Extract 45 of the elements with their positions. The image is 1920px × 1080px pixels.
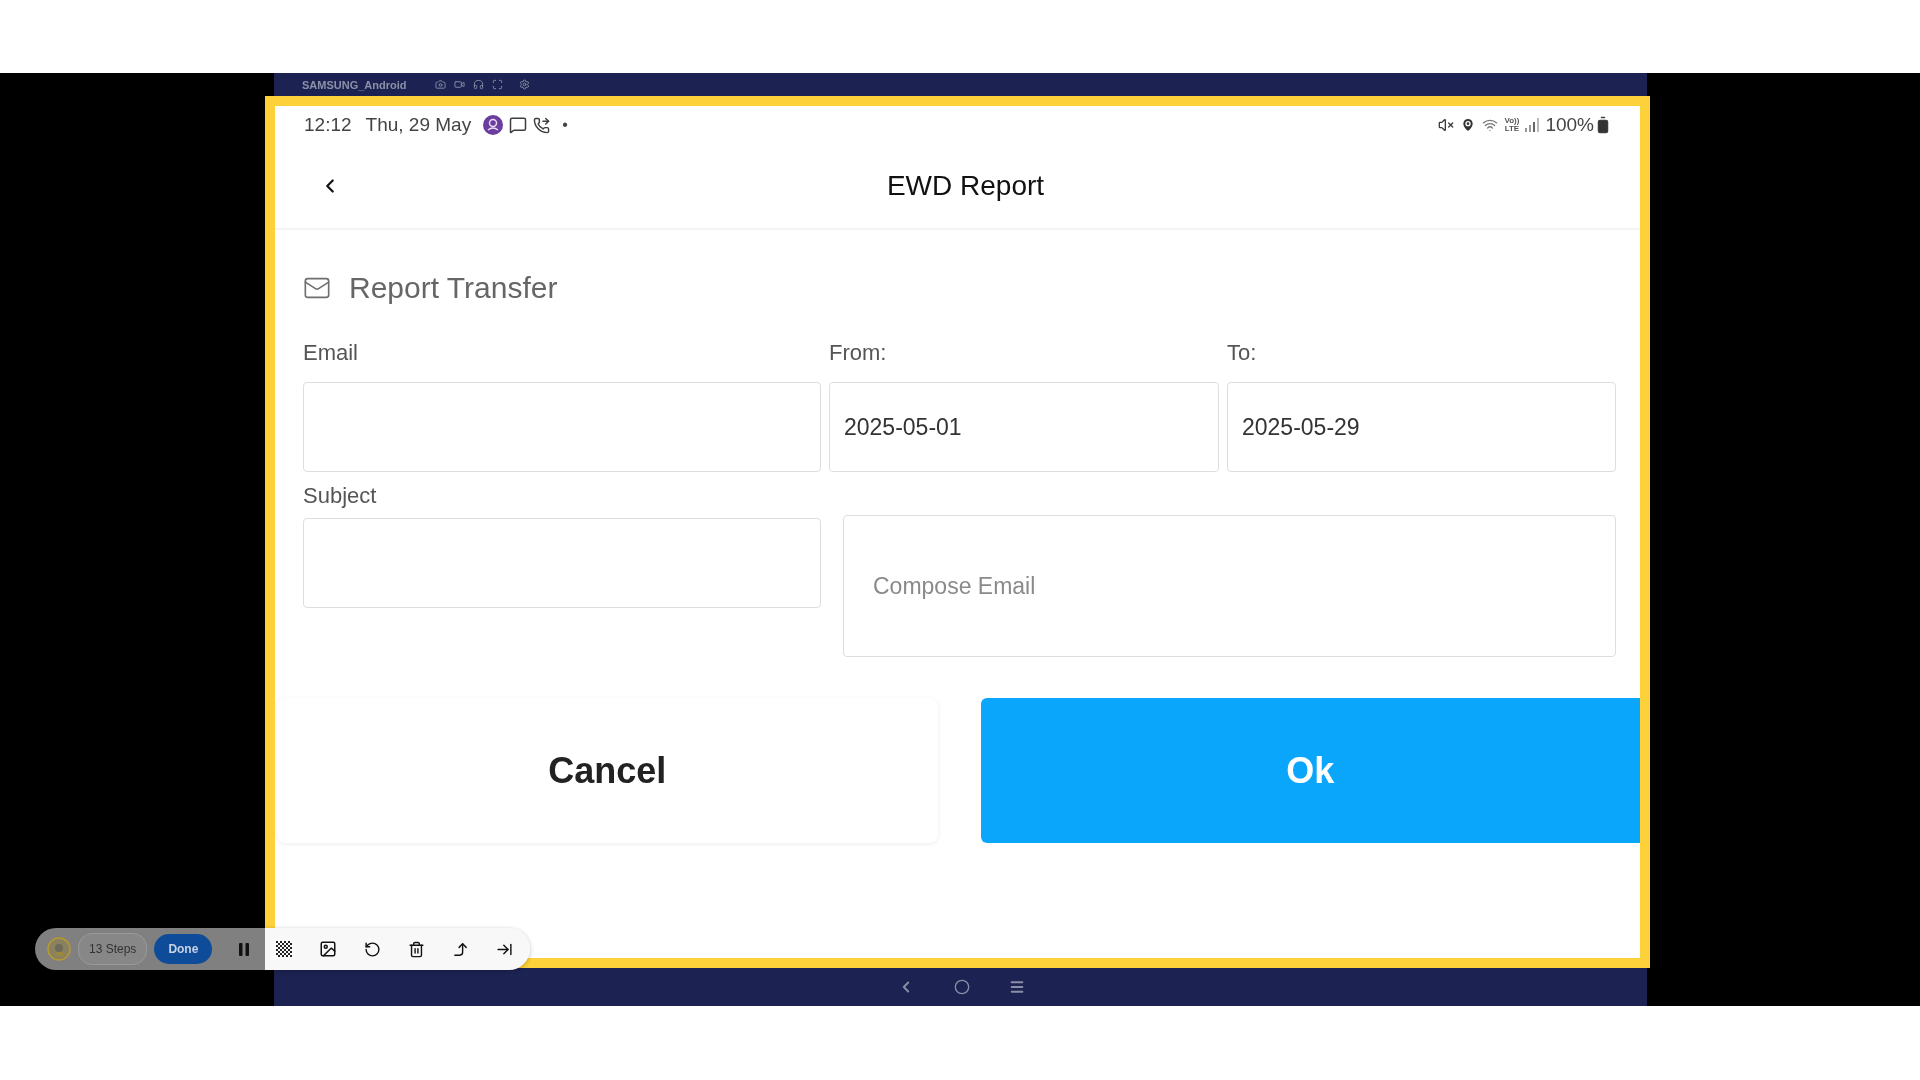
date-field[interactable]: 2025-05-01 <box>829 382 1219 472</box>
arrow-up-button[interactable] <box>452 940 469 958</box>
cancel-button[interactable]: Cancel <box>277 698 938 843</box>
location-pin-icon <box>1460 117 1477 133</box>
video-icon[interactable] <box>453 79 465 90</box>
image-button[interactable] <box>319 940 337 958</box>
done-button[interactable]: Done <box>154 934 213 964</box>
wifi-icon <box>1482 117 1499 133</box>
camera-icon[interactable] <box>434 79 446 90</box>
delete-button[interactable] <box>408 940 425 958</box>
app-badge-icon <box>483 115 504 135</box>
volte-label: Vo)) LTE <box>1504 117 1520 133</box>
message-field[interactable]: Compose Email <box>843 515 1616 657</box>
battery-percent: 100% <box>1545 114 1594 136</box>
page-title: EWD Report <box>886 170 1045 202</box>
nav-menu-icon[interactable] <box>1008 979 1025 995</box>
field-label: To: <box>1227 340 1257 366</box>
subject-field[interactable] <box>303 518 821 608</box>
undo-button[interactable] <box>364 940 381 958</box>
device-title: SAMSUNG_Android <box>302 78 407 91</box>
settings-icon[interactable] <box>518 79 530 90</box>
avatar-icon <box>47 937 71 961</box>
phone-icon <box>533 116 551 134</box>
headphones-icon[interactable] <box>472 79 484 90</box>
notification-dot: • <box>562 116 568 134</box>
email-field[interactable] <box>303 382 821 472</box>
date-field[interactable]: 2025-05-29 <box>1227 382 1616 472</box>
steps-counter: 13 Steps <box>78 933 148 965</box>
undo-icon <box>364 940 381 958</box>
nav-home-icon[interactable] <box>953 979 970 995</box>
signal-icon <box>1525 118 1540 132</box>
field-label: Subject <box>303 483 377 509</box>
trash-icon <box>408 940 425 958</box>
field-label: From: <box>829 340 887 366</box>
field-label: Email <box>303 340 358 366</box>
section-title: Report Transfer <box>349 271 558 305</box>
image-icon <box>319 940 337 958</box>
mute-icon <box>1438 117 1455 133</box>
status-date: Thu, 29 May <box>365 114 472 136</box>
pause-icon[interactable] <box>239 942 250 956</box>
fullscreen-icon[interactable] <box>491 79 503 90</box>
chat-bubble-icon <box>509 116 528 134</box>
curved-arrow-up-icon <box>452 940 469 958</box>
status-time: 12:12 <box>304 114 352 136</box>
checkerboard-icon[interactable] <box>276 941 292 957</box>
